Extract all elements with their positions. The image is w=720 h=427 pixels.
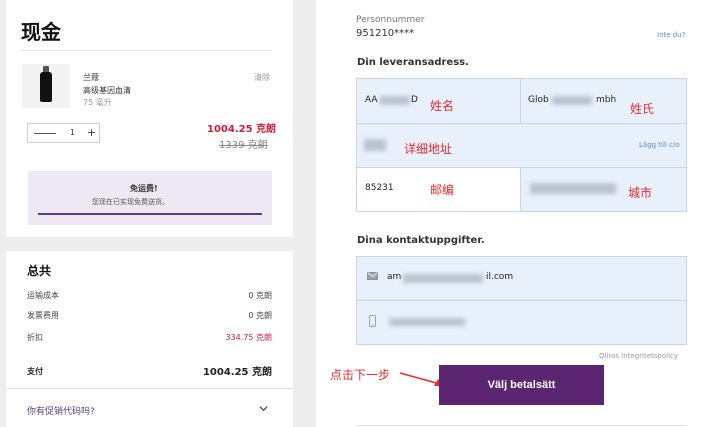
product-size: 75 毫升: [83, 98, 112, 107]
shipping-cost-value: 0 克朗: [248, 291, 272, 300]
remove-button[interactable]: 清除: [254, 72, 270, 83]
product-name: 高级基因血清: [83, 86, 131, 95]
minus-button[interactable]: [34, 133, 56, 134]
redacted-text: [364, 139, 386, 151]
product-brand: 兰蔻: [83, 73, 99, 82]
add-co-link[interactable]: Lägg till c/o: [639, 141, 680, 149]
pay-total: 1004.25 克朗: [202, 367, 272, 378]
annotation-hint: 点击下一步: [330, 368, 391, 382]
redacted-text: [389, 318, 465, 326]
phone-icon: [369, 315, 376, 327]
annotation-city: 城市: [628, 186, 653, 200]
first-name-value: AA: [365, 95, 378, 105]
divider: [6, 388, 293, 389]
pay-label: 支付: [27, 367, 43, 376]
invoice-fee-value: 0 克朗: [248, 311, 272, 320]
choose-payment-button[interactable]: Välj betalsätt: [439, 365, 604, 405]
redacted-text: [530, 183, 616, 194]
annotation-last-name: 姓氏: [630, 102, 655, 116]
last-name-value-end: mbh: [596, 95, 617, 105]
last-name-value: Glob: [528, 95, 549, 105]
personnummer-label: Personnummer: [356, 15, 425, 25]
annotation-address: 详细地址: [404, 142, 453, 156]
plus-button[interactable]: +: [87, 126, 96, 139]
redacted-text: [380, 96, 410, 105]
email-value-start: am: [387, 272, 402, 282]
not-you-link[interactable]: Inte du?: [657, 31, 685, 39]
discount-value: 334.75 克朗: [225, 333, 272, 342]
annotation-postal: 邮编: [430, 183, 455, 197]
totals-heading: 总共: [27, 264, 52, 278]
chevron-down-icon[interactable]: [259, 404, 268, 413]
price-original: 1339 克朗: [219, 140, 268, 151]
privacy-link[interactable]: Qliros integritetspolicy: [599, 352, 678, 360]
postal-code-value: 85231: [365, 183, 394, 193]
free-shipping-subtitle: 您现在已实现免费送货。: [92, 198, 169, 206]
invoice-fee-label: 发票费用: [27, 311, 59, 320]
annotation-first-name: 姓名: [430, 99, 455, 113]
redacted-text: [403, 274, 483, 283]
promo-code-toggle[interactable]: 你有促销代码吗?: [27, 404, 95, 417]
quantity-value[interactable]: 1: [70, 128, 75, 137]
divider: [356, 425, 687, 426]
free-shipping-title: 免运费!: [130, 184, 158, 193]
contact-heading: Dina kontaktuppgifter.: [357, 235, 485, 246]
mail-icon: [367, 272, 378, 280]
first-name-value-end: D: [411, 95, 418, 105]
quantity-stepper[interactable]: 1 +: [27, 123, 100, 143]
cart-title: 现金: [21, 20, 61, 44]
personnummer-value: 951210****: [356, 28, 415, 39]
free-shipping-progress: [38, 213, 262, 215]
discount-label: 折扣: [27, 333, 43, 342]
delivery-heading: Din leveransadress.: [357, 57, 469, 68]
email-value-end: il.com: [486, 272, 514, 282]
redacted-text: [552, 96, 592, 105]
serum-bottle: [40, 72, 52, 102]
shipping-cost-label: 运输成本: [27, 291, 59, 300]
price-current: 1004.25 克朗: [207, 124, 277, 135]
divider: [21, 50, 272, 51]
